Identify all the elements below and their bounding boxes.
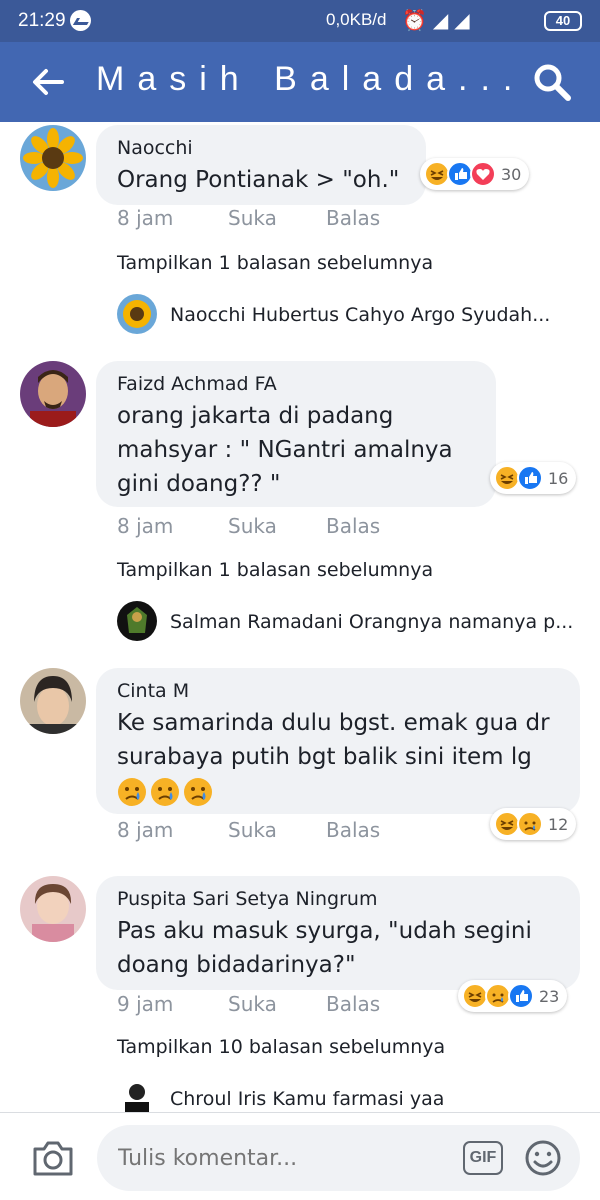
- emoji-icon[interactable]: [524, 1139, 562, 1177]
- reply-preview[interactable]: Salman Ramadani Orangnya namanya p...: [170, 611, 573, 633]
- gif-button[interactable]: GIF: [463, 1141, 503, 1175]
- comment-text-line: Ke samarinda dulu bgst. emak gua dr: [117, 710, 550, 736]
- comment-bubble[interactable]: Puspita Sari Setya Ningrum Pas aku masuk…: [96, 876, 580, 990]
- reply-avatar[interactable]: [117, 601, 157, 641]
- comment-text: Orang Pontianak > "oh.": [117, 167, 400, 193]
- reply-preview[interactable]: Chroul Iris Kamu farmasi yaa: [170, 1088, 444, 1110]
- reply-button[interactable]: Balas: [326, 206, 380, 230]
- app-header: Masih Balada...: [0, 42, 600, 122]
- messenger-icon: [70, 10, 91, 31]
- sad-reaction-icon: [517, 811, 543, 837]
- reaction-count: 30: [501, 164, 522, 184]
- comment-author[interactable]: Cinta M: [117, 680, 580, 702]
- show-previous-replies[interactable]: Tampilkan 1 balasan sebelumnya: [117, 559, 433, 581]
- reaction-count: 12: [548, 814, 569, 834]
- status-time: 21:29: [18, 10, 66, 31]
- comment-feed: Naocchi Orang Pontianak > "oh." 30 8 jam…: [0, 122, 600, 1112]
- status-icons: ⏰◢◢: [402, 8, 476, 33]
- character-avatar-icon: [117, 601, 157, 641]
- reaction-summary[interactable]: 16: [490, 462, 577, 494]
- comment-composer: GIF: [0, 1112, 600, 1200]
- search-icon[interactable]: [532, 62, 572, 102]
- reaction-count: 23: [539, 986, 560, 1006]
- comment-input[interactable]: [97, 1125, 580, 1191]
- sunflower-avatar-icon: [20, 125, 86, 191]
- wifi-icon: ◢: [454, 10, 476, 32]
- comment-text-line: surabaya putih bgt balik sini item lg: [117, 744, 532, 770]
- avatar-faizd[interactable]: [20, 361, 86, 427]
- show-previous-replies[interactable]: Tampilkan 1 balasan sebelumnya: [117, 252, 433, 274]
- comment-text-line: mahsyar : " NGantri amalnya: [117, 437, 453, 463]
- network-speed: 0,0KB/d: [326, 10, 387, 29]
- portrait-avatar-icon: [117, 1078, 157, 1112]
- show-previous-replies[interactable]: Tampilkan 10 balasan sebelumnya: [117, 1036, 445, 1058]
- like-button[interactable]: Suka: [228, 206, 277, 230]
- like-reaction-icon: [508, 983, 534, 1009]
- comment-emoji-row: [117, 774, 580, 808]
- comment-author[interactable]: Naocchi: [117, 137, 426, 159]
- like-button[interactable]: Suka: [228, 818, 277, 842]
- sunflower-avatar-icon: [117, 294, 157, 334]
- crying-face-emoji-icon: [184, 777, 212, 806]
- comment-text-line: doang bidadarinya?": [117, 952, 356, 978]
- comment-author[interactable]: Faizd Achmad FA: [117, 373, 496, 395]
- camera-icon[interactable]: [32, 1139, 74, 1177]
- reply-preview[interactable]: Naocchi Hubertus Cahyo Argo Syudah...: [170, 304, 550, 326]
- reply-button[interactable]: Balas: [326, 818, 380, 842]
- reaction-count: 16: [548, 468, 569, 488]
- avatar-cinta[interactable]: [20, 668, 86, 734]
- like-reaction-icon: [517, 465, 543, 491]
- back-arrow-icon[interactable]: [30, 64, 66, 100]
- reply-avatar[interactable]: [117, 294, 157, 334]
- comment-time: 9 jam: [117, 992, 174, 1016]
- reaction-summary[interactable]: 23: [458, 980, 568, 1012]
- crying-face-emoji-icon: [151, 777, 179, 806]
- comment-author[interactable]: Puspita Sari Setya Ningrum: [117, 888, 580, 910]
- reaction-summary[interactable]: 12: [490, 808, 577, 840]
- portrait-avatar-icon: [20, 876, 86, 942]
- reply-avatar[interactable]: [117, 1078, 157, 1112]
- comment-text-line: orang jakarta di padang: [117, 403, 394, 429]
- signal-icon: ◢: [432, 10, 455, 32]
- status-bar: 21:29 0,0KB/d ⏰◢◢ 40: [0, 0, 600, 42]
- reply-button[interactable]: Balas: [326, 992, 380, 1016]
- page-title: Masih Balada...: [96, 60, 526, 98]
- comment-time: 8 jam: [117, 206, 174, 230]
- love-reaction-icon: [470, 161, 496, 187]
- avatar-puspita[interactable]: [20, 876, 86, 942]
- comment-bubble[interactable]: Cinta M Ke samarinda dulu bgst. emak gua…: [96, 668, 580, 814]
- comment-bubble[interactable]: Faizd Achmad FA orang jakarta di padang …: [96, 361, 496, 507]
- crying-face-emoji-icon: [118, 777, 146, 806]
- comment-time: 8 jam: [117, 818, 174, 842]
- comment-time: 8 jam: [117, 514, 174, 538]
- comment-bubble[interactable]: Naocchi Orang Pontianak > "oh.": [96, 125, 426, 205]
- reaction-summary[interactable]: 30: [420, 158, 530, 190]
- battery-icon: 40: [544, 11, 582, 31]
- reply-button[interactable]: Balas: [326, 514, 380, 538]
- portrait-avatar-icon: [20, 361, 86, 427]
- portrait-avatar-icon: [20, 668, 86, 734]
- like-button[interactable]: Suka: [228, 992, 277, 1016]
- avatar-naocchi[interactable]: [20, 125, 86, 191]
- comment-text-line: Pas aku masuk syurga, "udah segini: [117, 918, 532, 944]
- comment-text-line: gini doang?? ": [117, 471, 281, 497]
- alarm-icon: ⏰: [402, 10, 433, 32]
- like-button[interactable]: Suka: [228, 514, 277, 538]
